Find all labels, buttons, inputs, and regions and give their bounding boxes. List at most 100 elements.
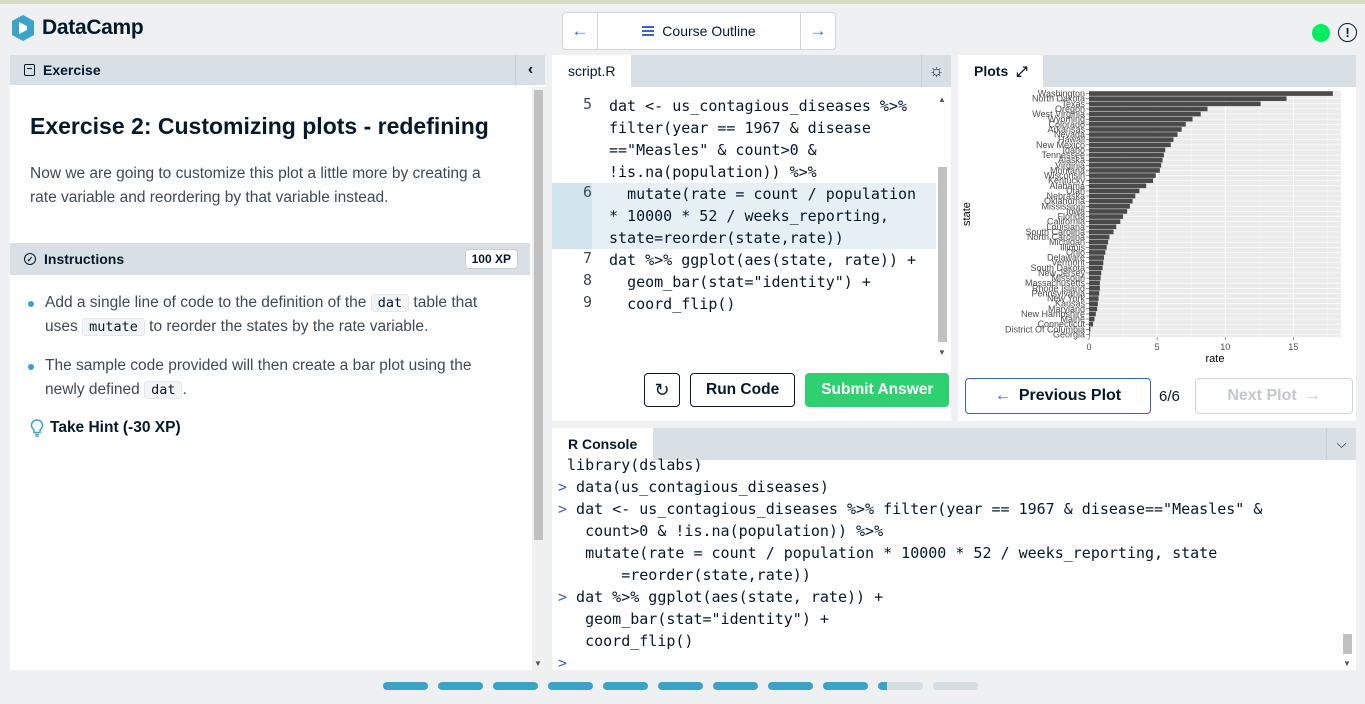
arrow-right-icon: → <box>1304 387 1321 404</box>
x-axis-label: rate <box>1206 353 1225 365</box>
progress-segment[interactable] <box>438 682 483 690</box>
bar <box>1089 306 1098 312</box>
previous-plot-button[interactable]: ← Previous Plot <box>965 378 1151 414</box>
y-tick-label: Washington <box>1038 89 1085 99</box>
run-code-button[interactable]: Run Code <box>690 373 796 407</box>
progress-segment[interactable] <box>713 682 758 690</box>
plots-pane: Plots ⤢ Georgia District Of Columbia Conne… <box>958 55 1356 421</box>
bar <box>1089 188 1140 194</box>
bar <box>1089 193 1136 199</box>
take-hint-button[interactable]: Take Hint (-30 XP) <box>30 419 181 437</box>
course-progress <box>383 682 978 690</box>
exercise-pane: Exercise ‹ Exercise 2: Customizing plots… <box>10 55 545 670</box>
brightness-icon[interactable]: ☼ <box>921 55 951 87</box>
course-outline-button[interactable]: Course Outline <box>597 13 801 49</box>
reset-code-button[interactable]: ↻ <box>644 373 680 407</box>
bar <box>1089 311 1096 317</box>
scroll-down-icon[interactable]: ▼ <box>534 659 542 668</box>
code-line[interactable]: 6 mutate(rate = count / population * 100… <box>552 183 936 249</box>
progress-segment[interactable] <box>383 682 428 690</box>
next-exercise-button[interactable]: → <box>801 13 835 49</box>
scroll-down-icon[interactable]: ▼ <box>1343 659 1351 668</box>
bar <box>1089 152 1164 158</box>
next-plot-button: Next Plot → <box>1195 378 1353 414</box>
help-icon[interactable]: ! <box>1338 23 1357 42</box>
bar <box>1089 198 1133 204</box>
code-editor[interactable]: 5 dat <- us_contagious_diseases %>% filte… <box>552 95 936 357</box>
line-number: 7 <box>582 249 592 267</box>
editor-pane: script.R ☼ 5 dat <- us_contagious_disease… <box>552 55 951 421</box>
plot-counter: 6/6 <box>1159 387 1180 405</box>
exercise-header: Exercise ‹ <box>10 55 545 85</box>
instruction-item: The sample code provided will then creat… <box>28 354 498 402</box>
bar <box>1089 239 1109 245</box>
progress-segment[interactable] <box>823 682 868 690</box>
code-line[interactable]: 8 geom_bar(stat="identity") + <box>552 271 936 293</box>
console-prompt: > <box>558 478 568 496</box>
progress-segment[interactable] <box>658 682 703 690</box>
progress-segment[interactable] <box>878 682 923 690</box>
instruction-item: Add a single line of code to the definit… <box>28 291 498 339</box>
progress-segment[interactable] <box>548 682 593 690</box>
scrollbar-thumb[interactable] <box>1343 634 1352 654</box>
console-text: count>0 & !is.na(population)) %>% <box>558 522 884 540</box>
lightbulb-icon <box>30 419 44 437</box>
scroll-up-icon[interactable]: ▲ <box>938 95 946 104</box>
console-prompt: > <box>558 588 568 606</box>
editor-scrollbar[interactable]: ▲ ▼ <box>936 95 949 357</box>
progress-segment[interactable] <box>933 682 978 690</box>
bar <box>1089 286 1100 291</box>
console-line: count>0 & !is.na(population)) %>% <box>558 520 1338 542</box>
console-line: =reorder(state,rate)) <box>558 564 1338 586</box>
x-tick-label: 5 <box>1155 342 1160 352</box>
bar <box>1089 173 1156 178</box>
datacamp-logo-icon <box>12 15 34 41</box>
console-line: > <box>558 652 1338 674</box>
header: DataCamp ← Course Outline → ! <box>0 4 1365 54</box>
progress-segment[interactable] <box>768 682 813 690</box>
bar <box>1089 106 1208 112</box>
instructions-list: Add a single line of code to the definit… <box>28 291 498 417</box>
code-line[interactable]: 9 coord_flip() <box>552 293 936 315</box>
expand-icon[interactable]: ⤢ <box>1016 63 1027 80</box>
tab-plots[interactable]: Plots ⤢ <box>958 55 1044 87</box>
instruction-text: Add a single line of code to the definit… <box>45 294 371 311</box>
datacamp-logo[interactable]: DataCamp <box>10 14 144 42</box>
editor-tab-bar: script.R ☼ <box>552 55 951 87</box>
code-line[interactable]: 7 dat %>% ggplot(aes(state, rate)) + <box>552 249 936 271</box>
scrollbar-thumb[interactable] <box>938 167 947 342</box>
submit-answer-button[interactable]: Submit Answer <box>805 373 950 407</box>
prev-exercise-button[interactable]: ← <box>563 13 597 49</box>
bar <box>1089 280 1100 286</box>
bar <box>1089 137 1174 142</box>
reset-icon: ↻ <box>654 379 670 400</box>
bar <box>1089 91 1333 96</box>
exercise-scrollbar[interactable]: ▼ <box>532 87 545 670</box>
bar <box>1089 127 1182 132</box>
course-outline-label: Course Outline <box>662 23 756 39</box>
bar <box>1089 96 1287 101</box>
bar <box>1089 265 1103 271</box>
console-pane: R Console ⌵ library(dslabs) > data(us_con… <box>552 428 1356 672</box>
arrow-right-icon: → <box>809 21 827 40</box>
progress-segment[interactable] <box>493 682 538 690</box>
tab-script-r[interactable]: script.R <box>552 55 632 87</box>
progress-segment[interactable] <box>603 682 648 690</box>
bar <box>1089 132 1178 137</box>
code-text: mutate(rate = count / population * 10000… <box>609 185 926 247</box>
scroll-down-icon[interactable]: ▼ <box>938 348 946 357</box>
code-text: geom_bar(stat="identity") + <box>609 273 871 291</box>
line-number: 9 <box>582 293 592 311</box>
console-line: > dat <- us_contagious_diseases %>% filt… <box>558 498 1338 520</box>
console-output[interactable]: library(dslabs) > data(us_contagious_dise… <box>558 454 1338 674</box>
scrollbar-thumb[interactable] <box>534 90 543 540</box>
plots-tab-bar: Plots ⤢ <box>958 55 1356 87</box>
console-scrollbar[interactable]: ▼ <box>1342 462 1353 668</box>
line-number: 8 <box>582 271 592 289</box>
xp-badge: 100 XP <box>464 249 518 269</box>
code-line[interactable]: 5 dat <- us_contagious_diseases %>% filte… <box>552 95 936 183</box>
collapse-exercise-button[interactable]: ‹ <box>515 55 545 85</box>
console-text: dat %>% ggplot(aes(state, rate)) + <box>567 588 884 606</box>
bar <box>1089 275 1101 281</box>
brand-name: DataCamp <box>42 16 144 39</box>
